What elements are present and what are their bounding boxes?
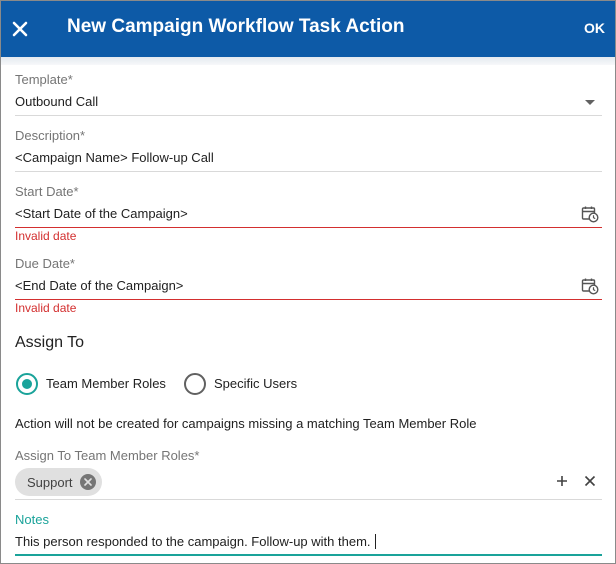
due-date-picker-button[interactable] [581,277,599,295]
start-date-error: Invalid date [15,229,77,243]
due-date-label: Due Date* [15,256,75,271]
plus-icon [557,476,567,486]
calendar-clock-icon [581,278,599,295]
cancel-circle-icon [83,478,92,486]
start-date-input[interactable]: <Start Date of the Campaign> [15,206,188,221]
start-date-label: Start Date* [15,184,79,199]
template-select[interactable]: Outbound Call [15,94,575,109]
start-date-underline [15,227,602,228]
team-member-roles-label: Assign To Team Member Roles* [15,448,200,463]
role-chip-support[interactable]: Support [15,468,102,496]
add-role-button[interactable] [554,473,570,489]
roles-underline [15,499,602,500]
header-divider [1,57,615,65]
assign-to-heading: Assign To [15,334,85,351]
description-underline [15,171,602,172]
template-underline [15,115,602,116]
chip-remove-button[interactable] [79,474,96,490]
due-date-error: Invalid date [15,301,77,315]
clear-x-icon [584,475,596,487]
clear-roles-button[interactable] [582,473,598,489]
calendar-clock-icon [581,206,599,223]
notes-text: This person responded to the campaign. F… [15,534,371,549]
campaign-task-action-dialog: New Campaign Workflow Task Action OK Tem… [0,0,616,564]
role-chip-label: Support [27,474,73,490]
ok-button[interactable]: OK [584,20,605,36]
close-icon [12,21,28,37]
radio-team-member-roles[interactable] [16,373,38,395]
dialog-title: New Campaign Workflow Task Action [67,16,405,37]
dialog-titlebar: New Campaign Workflow Task Action OK [1,1,615,57]
radio-specific-users-label[interactable]: Specific Users [214,376,297,391]
radio-specific-users[interactable] [184,373,206,395]
notes-input[interactable]: This person responded to the campaign. F… [15,534,376,549]
due-date-underline [15,299,602,300]
description-label: Description* [15,128,86,143]
description-input[interactable]: <Campaign Name> Follow-up Call [15,150,214,165]
notes-underline [15,554,602,556]
dropdown-arrow-icon[interactable] [585,100,595,105]
radio-team-member-roles-label[interactable]: Team Member Roles [46,376,166,391]
due-date-input[interactable]: <End Date of the Campaign> [15,278,183,293]
text-caret [374,534,376,549]
close-button[interactable] [3,11,37,47]
template-label: Template* [15,72,73,87]
assign-info-text: Action will not be created for campaigns… [15,416,477,431]
start-date-picker-button[interactable] [581,205,599,223]
notes-label: Notes [15,512,49,527]
